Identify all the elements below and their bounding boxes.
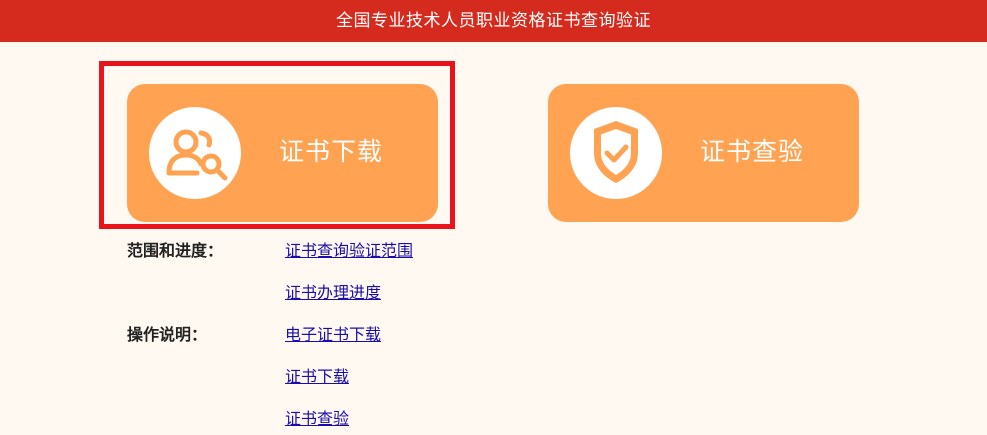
link-processing-progress[interactable]: 证书办理进度 [285,282,381,304]
certificate-verify-button[interactable]: 证书查验 [548,84,859,222]
link-certificate-verify[interactable]: 证书查验 [285,408,349,430]
certificate-verify-icon-badge [570,107,662,199]
certificate-verify-label: 证书查验 [700,137,805,166]
highlight-frame [99,61,455,229]
page-header: 全国专业技术人员职业资格证书查询验证 [0,0,987,42]
scope-progress-label: 范围和进度： [127,241,224,260]
link-verification-scope[interactable]: 证书查询验证范围 [285,240,413,262]
shield-check-icon [594,121,638,183]
link-e-certificate-download[interactable]: 电子证书下载 [285,324,381,346]
link-certificate-download[interactable]: 证书下载 [285,366,349,388]
operation-guide-label: 操作说明： [127,325,208,344]
page-title: 全国专业技术人员职业资格证书查询验证 [336,11,651,31]
